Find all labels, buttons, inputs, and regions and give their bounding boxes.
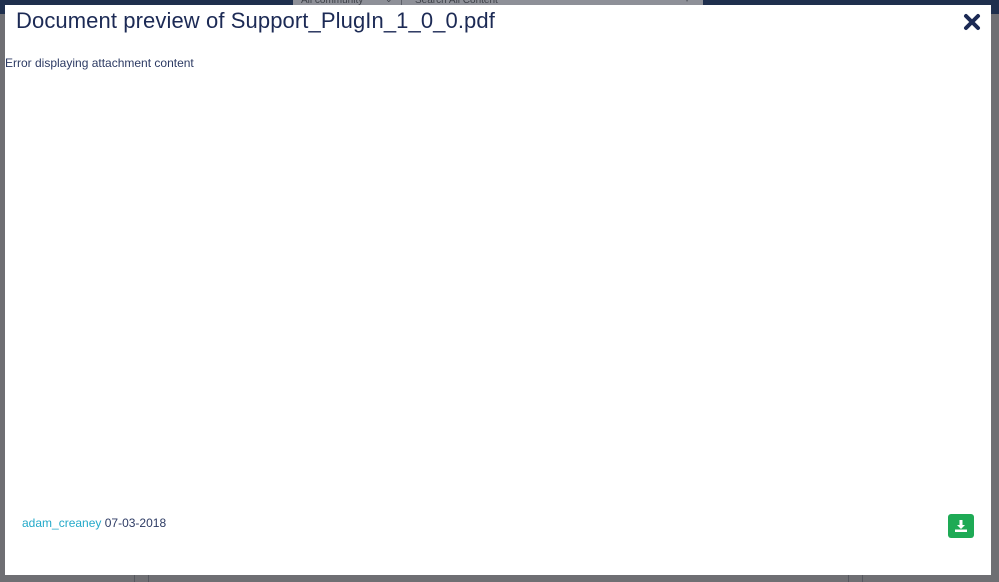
error-message: Error displaying attachment content bbox=[5, 56, 194, 70]
search-placeholder: Search All Content bbox=[415, 0, 498, 6]
close-button[interactable] bbox=[963, 13, 981, 31]
document-preview-modal: Document preview of Support_PlugIn_1_0_0… bbox=[5, 5, 991, 575]
search-scope-label: All community bbox=[301, 0, 364, 6]
close-icon bbox=[964, 14, 980, 30]
author-link[interactable]: adam_creaney bbox=[22, 516, 101, 530]
download-button[interactable] bbox=[948, 514, 974, 538]
attachment-date: 07-03-2018 bbox=[104, 516, 167, 530]
download-icon bbox=[955, 520, 967, 532]
modal-title: Document preview of Support_PlugIn_1_0_0… bbox=[16, 8, 495, 33]
attachment-meta: adam_creaney 07-03-2018 bbox=[22, 516, 166, 530]
